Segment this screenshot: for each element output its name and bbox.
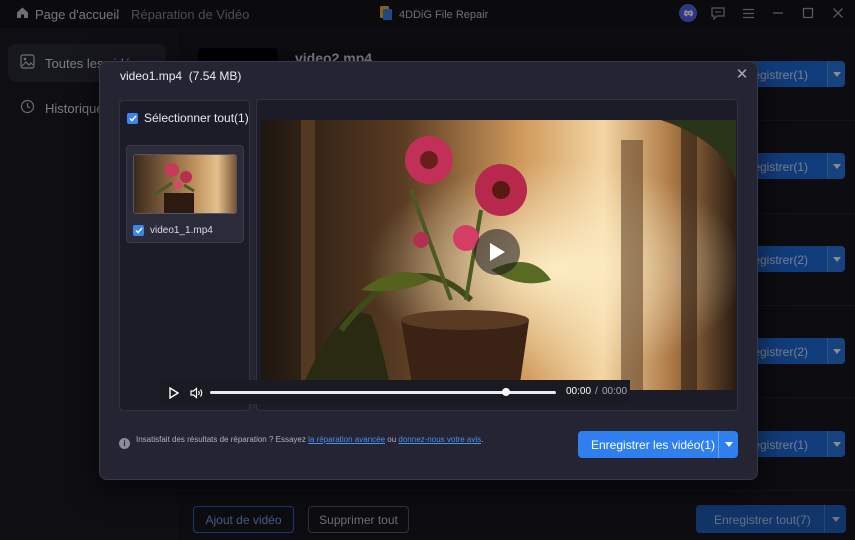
- dialog-title-filename: video1.mp4: [120, 69, 183, 83]
- feedback-link[interactable]: donnez-nous votre avis: [398, 435, 481, 444]
- hint-suffix: .: [481, 435, 484, 444]
- checkbox-checked-icon: [127, 112, 138, 124]
- file-list-panel: Sélectionner tout(1) video1_1.mp4: [119, 100, 250, 411]
- file-item[interactable]: video1_1.mp4: [133, 225, 213, 236]
- hint-middle: ou: [385, 435, 399, 444]
- advanced-repair-link[interactable]: la réparation avancée: [308, 435, 385, 444]
- checkbox-checked-icon: [133, 225, 144, 236]
- chevron-down-icon[interactable]: [718, 431, 738, 458]
- time-separator: /: [595, 386, 598, 397]
- file-card[interactable]: video1_1.mp4: [126, 145, 244, 243]
- preview-dialog: video1.mp4 (7.54 MB) ✕ Sélectionner tout…: [99, 61, 758, 480]
- play-overlay-button[interactable]: [474, 229, 520, 275]
- select-all-label: Sélectionner tout(1): [144, 111, 249, 125]
- dialog-title-filesize: (7.54 MB): [188, 69, 242, 83]
- dialog-title: video1.mp4 (7.54 MB): [120, 69, 241, 83]
- info-icon: i: [119, 438, 130, 449]
- time-current: 00:00: [566, 386, 592, 397]
- repair-hint: Insatisfait des résultats de réparation …: [136, 434, 516, 445]
- volume-icon[interactable]: [190, 386, 203, 404]
- progress-handle[interactable]: [502, 388, 510, 396]
- time-total: 00:00: [602, 386, 628, 397]
- close-icon[interactable]: ✕: [734, 66, 750, 83]
- file-name-label: video1_1.mp4: [150, 225, 213, 236]
- select-all-checkbox[interactable]: Sélectionner tout(1): [127, 111, 249, 125]
- hint-prefix: Insatisfait des résultats de réparation …: [136, 435, 309, 444]
- file-thumbnail: [133, 154, 237, 214]
- save-videos-label: Enregistrer les vidéo(1): [591, 438, 716, 452]
- player-controls: 00:00 / 00:00: [161, 380, 630, 404]
- save-videos-button[interactable]: Enregistrer les vidéo(1): [578, 431, 738, 458]
- play-icon[interactable]: [169, 386, 180, 404]
